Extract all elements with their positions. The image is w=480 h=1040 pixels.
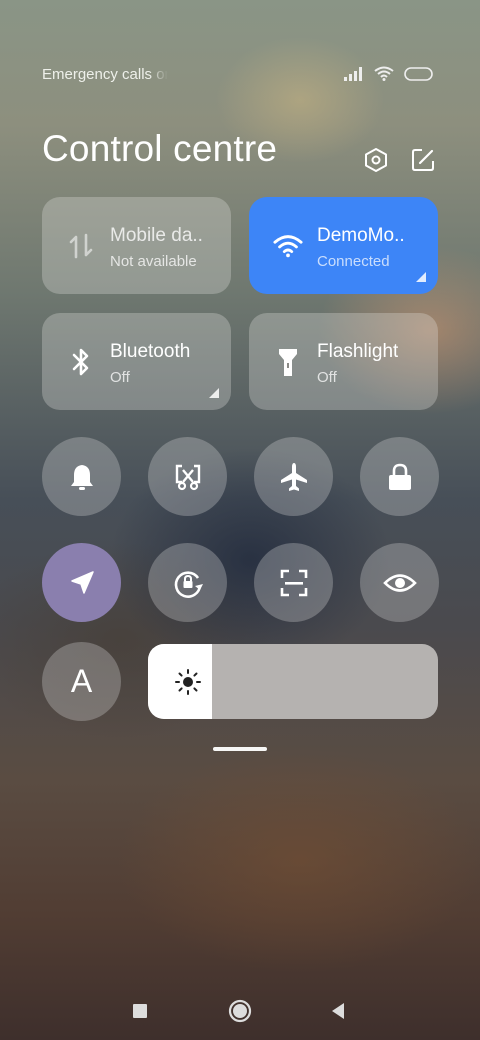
back-button[interactable]: [318, 991, 358, 1031]
carrier-text: Emergency calls only: [42, 66, 168, 83]
edit-button[interactable]: [409, 146, 437, 174]
toggle-screenshot[interactable]: [148, 437, 227, 516]
tile-status: Off: [317, 369, 337, 386]
edit-icon: [412, 149, 434, 171]
tile-bluetooth[interactable]: Bluetooth Off: [42, 313, 231, 410]
home-button[interactable]: [220, 991, 260, 1031]
brightness-slider[interactable]: [148, 644, 438, 719]
hexagon-settings-icon: [365, 148, 387, 172]
recents-icon: [133, 1004, 147, 1018]
toggle-lock-screen[interactable]: [360, 437, 439, 516]
tile-flashlight[interactable]: Flashlight Off: [249, 313, 438, 410]
tile-expand-indicator[interactable]: [416, 272, 426, 282]
toggle-rotation-lock[interactable]: [148, 543, 227, 622]
tile-status: Connected: [317, 253, 390, 270]
wifi-icon: [273, 231, 303, 261]
tile-status: Off: [110, 369, 130, 386]
tile-expand-indicator[interactable]: [209, 388, 219, 398]
back-icon: [332, 1003, 344, 1019]
location-icon: [70, 570, 94, 594]
bluetooth-icon: [66, 347, 96, 377]
page-title: Control centre: [42, 128, 278, 169]
drag-handle[interactable]: [213, 747, 267, 751]
settings-button[interactable]: [362, 146, 390, 174]
battery-icon: [404, 66, 434, 85]
mobile-data-icon: [66, 231, 96, 261]
recents-button[interactable]: [120, 991, 160, 1031]
reading-mode-icon: [382, 573, 417, 592]
signal-icon: [344, 66, 364, 85]
toggle-location[interactable]: [42, 543, 121, 622]
status-bar: Emergency calls only: [42, 66, 434, 86]
wifi-icon: [374, 66, 394, 85]
tile-label: DemoMo..: [317, 225, 405, 246]
screenshot-icon: [175, 464, 200, 490]
home-icon: [228, 999, 252, 1023]
toggle-scanner[interactable]: [254, 543, 333, 622]
airplane-icon: [280, 462, 307, 491]
tile-label: Bluetooth: [110, 341, 191, 362]
font-label: A: [70, 663, 93, 699]
toggle-sound[interactable]: [42, 437, 121, 516]
scan-icon: [280, 569, 307, 596]
tile-wifi[interactable]: DemoMo.. Connected: [249, 197, 438, 294]
tile-mobile-data[interactable]: Mobile da.. Not available: [42, 197, 231, 294]
tile-label: Flashlight: [317, 341, 399, 362]
bell-icon: [70, 464, 93, 490]
flashlight-icon: [273, 347, 303, 377]
toggle-reading-mode[interactable]: [360, 543, 439, 622]
toggle-font[interactable]: A: [42, 642, 121, 721]
sun-icon: [175, 669, 201, 695]
lock-icon: [388, 463, 411, 490]
tile-label: Mobile da..: [110, 225, 203, 246]
toggle-airplane-mode[interactable]: [254, 437, 333, 516]
rotation-lock-icon: [174, 570, 203, 598]
tile-status: Not available: [110, 253, 197, 270]
